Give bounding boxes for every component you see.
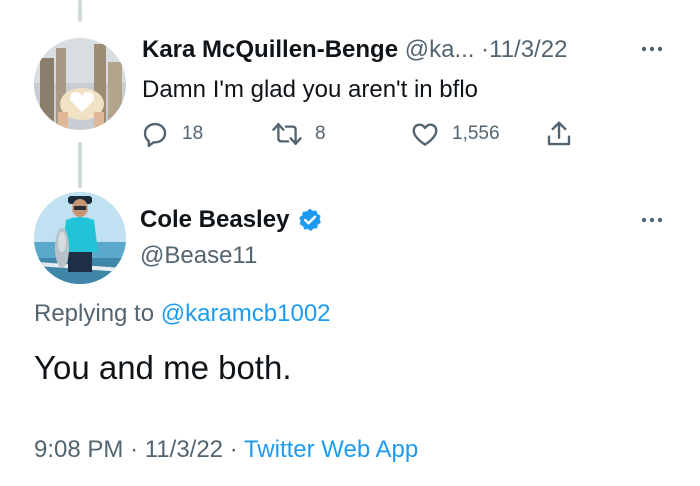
replying-to-link[interactable]: @karamcb1002 — [161, 300, 331, 327]
verified-badge-icon — [299, 208, 322, 231]
reply-icon — [143, 122, 167, 148]
like-button[interactable]: 1,556 — [410, 118, 500, 150]
reply-author-handle[interactable]: @ka... — [405, 36, 475, 63]
reply-text: Damn I'm glad you aren't in bflo — [142, 76, 478, 103]
more-icon — [641, 217, 663, 223]
reply-count: 18 — [182, 123, 204, 144]
tweet-date[interactable]: 11/3/22 — [145, 436, 223, 463]
tweet-time[interactable]: 9:08 PM — [34, 436, 123, 463]
more-icon — [641, 46, 663, 52]
reply-separator: · — [481, 36, 490, 63]
tweet-meta-separator-1: · — [130, 436, 139, 463]
tweet-meta-separator-2: · — [229, 436, 238, 463]
tweet-author-avatar[interactable] — [34, 192, 126, 284]
thread-line-top — [78, 0, 82, 22]
share-button[interactable] — [544, 118, 574, 150]
reply-author-avatar[interactable] — [34, 38, 126, 130]
tweet-author-name-row: Cole Beasley — [140, 204, 323, 236]
replying-to-prefix: Replying to — [34, 300, 155, 327]
retweet-count: 8 — [315, 123, 326, 144]
replying-to: Replying to @karamcb1002 — [34, 298, 331, 330]
reply-button[interactable]: 18 — [140, 118, 203, 150]
retweet-icon — [272, 122, 302, 146]
reply-date[interactable]: 11/3/22 — [489, 36, 567, 63]
retweet-button[interactable]: 8 — [271, 118, 326, 150]
tweet-author-handle[interactable]: @Bease11 — [140, 240, 257, 272]
like-count: 1,556 — [452, 123, 500, 144]
reply-more-button[interactable] — [637, 34, 667, 64]
like-icon — [412, 123, 438, 146]
share-icon — [547, 121, 571, 146]
reply-author-name[interactable]: Kara McQuillen-Benge — [142, 36, 398, 63]
tweet-author-name[interactable]: Cole Beasley — [140, 204, 289, 236]
reply-header: Kara McQuillen-Benge @ka... ·11/3/22 — [142, 34, 567, 66]
thread-line-connector — [78, 142, 82, 188]
tweet-text: You and me both. — [34, 349, 292, 386]
tweet-source[interactable]: Twitter Web App — [244, 436, 418, 463]
tweet-more-button[interactable] — [637, 205, 667, 235]
tweet-metadata: 9:08 PM · 11/3/22 · Twitter Web App — [34, 434, 418, 466]
